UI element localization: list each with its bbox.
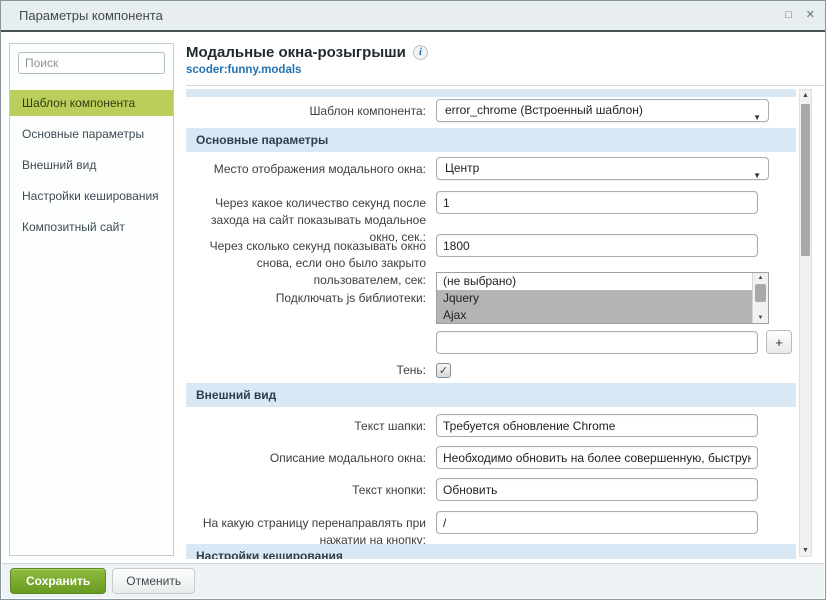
window-controls: □ ✕ xyxy=(785,10,815,21)
js-libs-listbox[interactable]: (не выбрано) Jquery Ajax ▲ ▼ xyxy=(436,272,769,324)
form-scrollbar-thumb[interactable] xyxy=(801,104,810,256)
component-id: scoder:funny.modals xyxy=(186,64,824,76)
js-libs-add-input[interactable] xyxy=(436,331,758,354)
js-libs-option-jquery[interactable]: Jquery xyxy=(437,290,752,307)
position-label: Место отображения модального окна: xyxy=(186,157,436,178)
listbox-scrollbar-thumb[interactable] xyxy=(755,284,766,302)
checkmark-icon: ✓ xyxy=(439,364,448,377)
section-header-main-params: Основные параметры xyxy=(186,128,796,152)
maximize-icon[interactable]: □ xyxy=(785,10,792,21)
section-header-template-partial xyxy=(186,89,796,97)
shadow-row: Тень: ✓ xyxy=(186,361,796,379)
search-input[interactable] xyxy=(18,52,165,74)
footer-bar: Сохранить Отменить xyxy=(2,563,824,598)
redirect-label: На какую страницу перенаправлять при наж… xyxy=(186,511,436,549)
js-libs-row: Подключать js библиотеки: (не выбрано) J… xyxy=(186,272,796,324)
js-libs-option-none[interactable]: (не выбрано) xyxy=(437,273,752,290)
cancel-button[interactable]: Отменить xyxy=(112,568,195,594)
button-text-input[interactable] xyxy=(436,478,758,501)
sidebar-item-caching[interactable]: Настройки кеширования xyxy=(10,183,173,209)
js-libs-add-row: + xyxy=(186,330,796,354)
js-libs-option-ajax[interactable]: Ajax xyxy=(437,307,752,324)
button-text-row: Текст кнопки: xyxy=(186,478,796,501)
header-text-input[interactable] xyxy=(436,414,758,437)
template-select[interactable]: error_chrome (Встроенный шаблон) ▼ xyxy=(436,99,769,122)
redirect-input[interactable] xyxy=(436,511,758,534)
scroll-down-icon[interactable]: ▼ xyxy=(753,313,768,323)
shadow-label: Тень: xyxy=(186,362,436,379)
section-header-caching: Настройки кеширования xyxy=(186,544,796,559)
save-button[interactable]: Сохранить xyxy=(10,568,106,594)
header-text-row: Текст шапки: xyxy=(186,414,796,437)
redirect-row: На какую страницу перенаправлять при наж… xyxy=(186,511,796,549)
button-text-label: Текст кнопки: xyxy=(186,478,436,499)
sidebar-item-composite[interactable]: Композитный сайт xyxy=(10,214,173,240)
listbox-scrollbar[interactable]: ▲ ▼ xyxy=(752,273,768,323)
section-header-appearance: Внешний вид xyxy=(186,383,796,407)
position-select-value: Центр xyxy=(445,161,479,175)
info-icon[interactable]: i xyxy=(413,45,428,60)
form-scrollbar[interactable]: ▲ ▼ xyxy=(799,89,812,557)
js-libs-add-spacer xyxy=(186,330,436,334)
chevron-down-icon: ▼ xyxy=(753,165,761,180)
scroll-up-icon[interactable]: ▲ xyxy=(800,90,811,101)
main-panel: Модальные окна-розыгрыши i scoder:funny.… xyxy=(186,32,824,563)
sidebar: Шаблон компонента Основные параметры Вне… xyxy=(9,43,174,556)
sidebar-item-template[interactable]: Шаблон компонента xyxy=(10,90,173,116)
shadow-checkbox[interactable]: ✓ xyxy=(436,363,451,378)
template-row: Шаблон компонента: error_chrome (Встроен… xyxy=(186,99,796,122)
sidebar-item-main-params[interactable]: Основные параметры xyxy=(10,121,173,147)
page-header: Модальные окна-розыгрыши i scoder:funny.… xyxy=(186,32,824,86)
close-icon[interactable]: ✕ xyxy=(806,10,815,21)
scroll-up-icon[interactable]: ▲ xyxy=(753,273,768,283)
repeat-input[interactable] xyxy=(436,234,758,257)
template-label: Шаблон компонента: xyxy=(186,99,436,120)
description-input[interactable] xyxy=(436,446,758,469)
page-title: Модальные окна-розыгрыши xyxy=(186,44,406,61)
description-label: Описание модального окна: xyxy=(186,446,436,467)
sidebar-item-appearance[interactable]: Внешний вид xyxy=(10,152,173,178)
description-row: Описание модального окна: xyxy=(186,446,796,469)
header-divider xyxy=(186,85,824,86)
js-libs-label: Подключать js библиотеки: xyxy=(186,290,436,307)
template-select-value: error_chrome (Встроенный шаблон) xyxy=(445,103,643,117)
scroll-down-icon[interactable]: ▼ xyxy=(800,545,811,556)
header-text-label: Текст шапки: xyxy=(186,414,436,435)
position-select[interactable]: Центр ▼ xyxy=(436,157,769,180)
dialog-title: Параметры компонента xyxy=(19,8,163,23)
position-row: Место отображения модального окна: Центр… xyxy=(186,157,796,180)
component-parameters-dialog: Параметры компонента □ ✕ Шаблон компонен… xyxy=(0,0,826,600)
add-button[interactable]: + xyxy=(766,330,792,354)
chevron-down-icon: ▼ xyxy=(753,107,761,122)
sidebar-nav: Шаблон компонента Основные параметры Вне… xyxy=(10,90,173,240)
delay-input[interactable] xyxy=(436,191,758,214)
titlebar[interactable]: Параметры компонента □ ✕ xyxy=(1,1,825,32)
parameters-form: Шаблон компонента: error_chrome (Встроен… xyxy=(186,87,796,559)
